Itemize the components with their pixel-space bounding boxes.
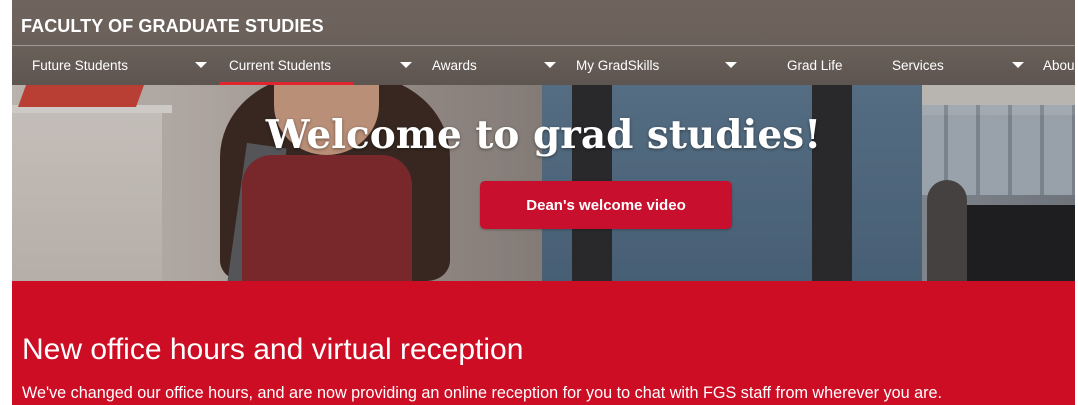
nav-item-label: Awards <box>432 58 477 73</box>
notice-text: We've changed our office hours, and are … <box>22 384 942 402</box>
hero-banner: Welcome to grad studies! Dean's welcome … <box>12 85 1075 281</box>
site-header: FACULTY OF GRADUATE STUDIES Future Stude… <box>12 0 1075 85</box>
nav-item-grad-life[interactable]: Grad Life <box>787 46 843 85</box>
nav-item-label: My GradSkills <box>576 58 660 73</box>
nav-item-services[interactable]: Services <box>892 46 1024 85</box>
chevron-down-icon[interactable] <box>544 62 556 68</box>
active-nav-indicator <box>219 82 354 85</box>
nav-item-awards[interactable]: Awards <box>432 46 556 85</box>
deans-welcome-video-button[interactable]: Dean's welcome video <box>480 181 732 229</box>
nav-item-label: Current Students <box>229 58 332 73</box>
nav-item-my-gradskills[interactable]: My GradSkills <box>576 46 737 85</box>
notice-heading[interactable]: New office hours and virtual reception <box>22 333 523 367</box>
nav-item-label: Grad Life <box>787 58 843 73</box>
chevron-down-icon[interactable] <box>195 62 207 68</box>
nav-item-current-students[interactable]: Current Students <box>219 46 412 85</box>
nav-item-about[interactable]: Abou <box>1043 46 1075 85</box>
site-title[interactable]: FACULTY OF GRADUATE STUDIES <box>21 16 324 37</box>
chevron-down-icon[interactable] <box>1012 62 1024 68</box>
page-frame: FACULTY OF GRADUATE STUDIES Future Stude… <box>12 0 1075 405</box>
chevron-down-icon[interactable] <box>400 62 412 68</box>
nav-item-label: Abou <box>1043 58 1075 73</box>
chevron-down-icon[interactable] <box>725 62 737 68</box>
main-nav: Future Students Current Students Awards … <box>12 46 1075 85</box>
hero-title: Welcome to grad studies! <box>265 112 822 158</box>
nav-item-label: Services <box>892 58 944 73</box>
nav-item-label: Future Students <box>32 58 129 73</box>
notice-banner: New office hours and virtual reception W… <box>12 281 1075 405</box>
nav-item-future-students[interactable]: Future Students <box>32 46 207 85</box>
